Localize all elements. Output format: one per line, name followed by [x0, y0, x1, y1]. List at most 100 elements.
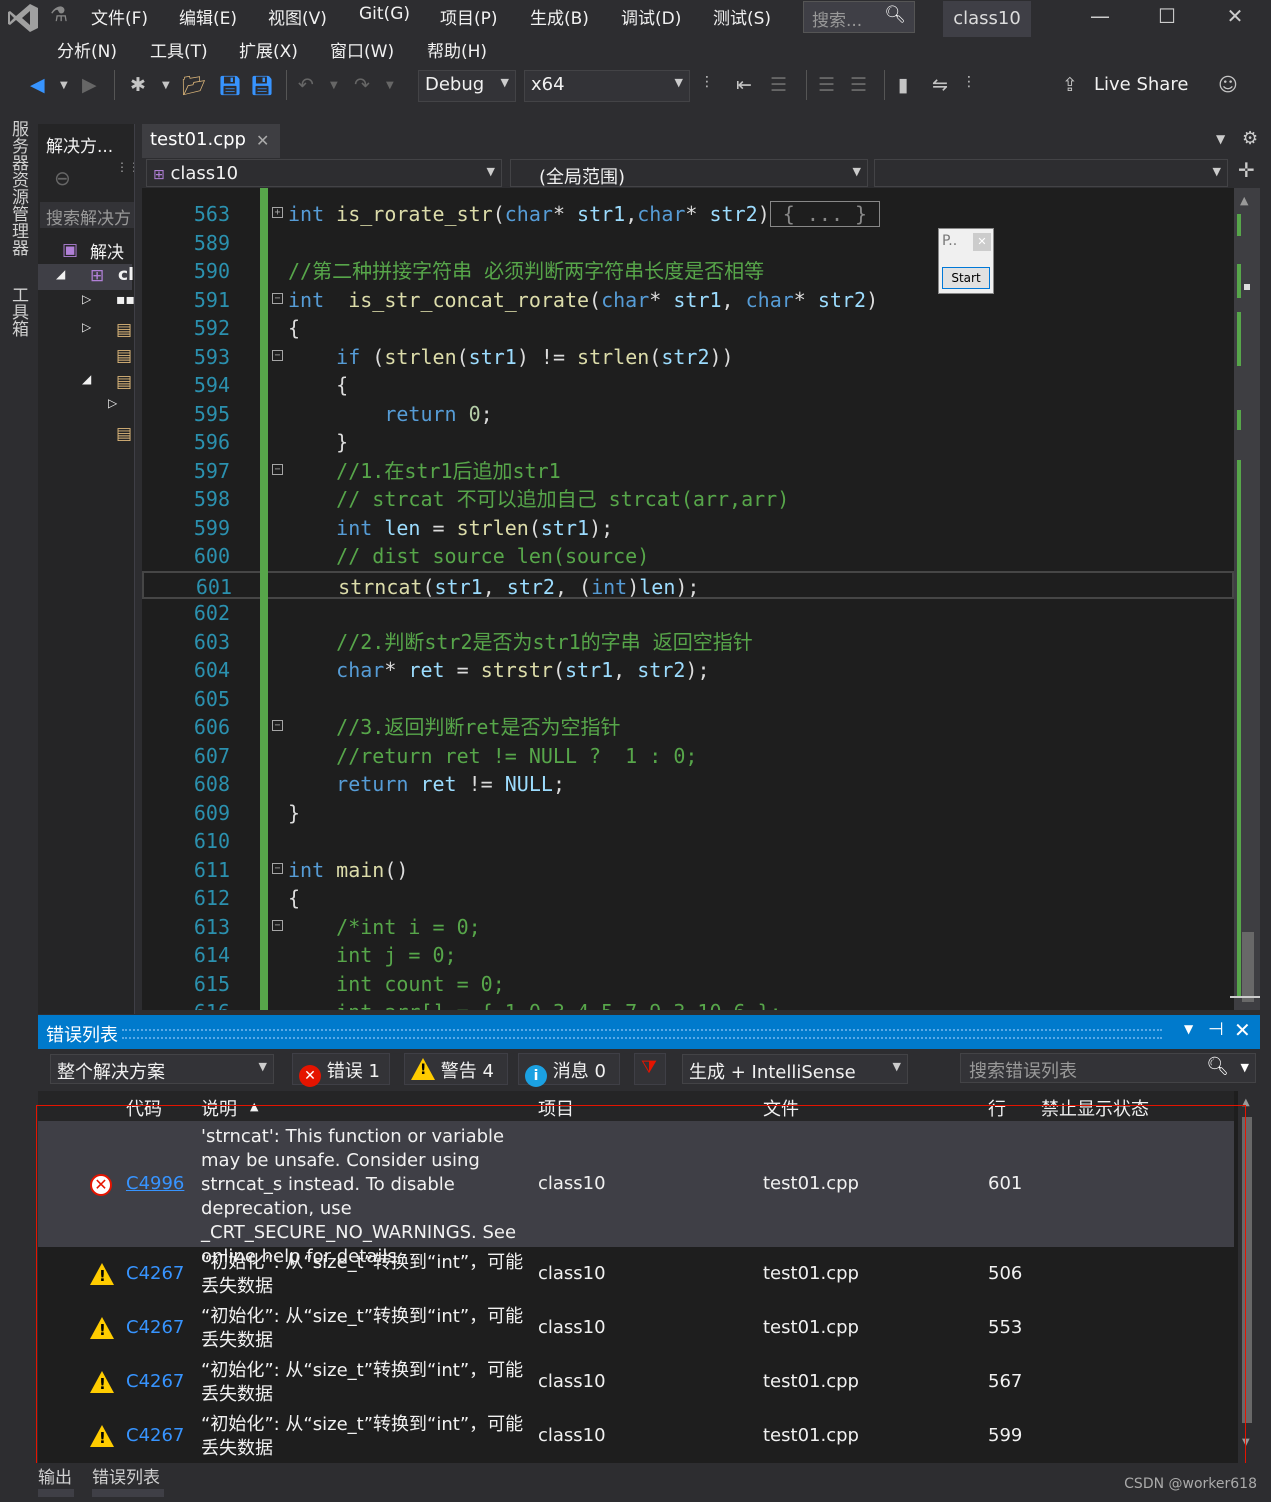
share-icon[interactable]: ⚗ — [50, 2, 68, 26]
menu-build[interactable]: 生成(B) — [530, 4, 589, 29]
save-icon[interactable]: 💾︎ — [218, 74, 242, 97]
warning-code-link[interactable]: C4267 — [126, 1425, 184, 1446]
toolbar-overflow-icon[interactable]: ⋮ — [700, 74, 714, 90]
chevron-down-icon[interactable]: ▼ — [1184, 1022, 1193, 1036]
column-code[interactable]: 代码 — [126, 1095, 162, 1121]
error-code-link[interactable]: C4996 — [126, 1173, 184, 1194]
member-dropdown[interactable]: ▼ — [874, 159, 1228, 187]
menu-extensions[interactable]: 扩展(X) — [239, 37, 298, 62]
pin-icon[interactable]: ⊣ — [1208, 1019, 1224, 1040]
feedback-icon[interactable]: ☺ — [1218, 74, 1238, 96]
project-node-row[interactable]: ◢ ⊞ cl — [38, 264, 134, 290]
code-line[interactable]: 605 — [142, 685, 1234, 713]
code-line[interactable]: 613 − /*int i = 0; — [142, 913, 1234, 941]
minimize-icon[interactable]: — — [1080, 4, 1120, 28]
close-icon[interactable]: ✕ — [973, 233, 991, 251]
expand-outline-icon[interactable]: + — [272, 207, 283, 218]
split-editor-icon[interactable]: ✛ — [1238, 158, 1255, 182]
code-line[interactable]: 593 − if (strlen(str1) != strlen(str2)) — [142, 343, 1234, 371]
collapse-icon[interactable]: ◢ — [82, 372, 91, 386]
undo-icon[interactable]: ↶ — [298, 74, 314, 96]
warning-code-link[interactable]: C4267 — [126, 1371, 184, 1392]
code-line[interactable]: 591 − int is_str_concat_rorate(char* str1,… — [142, 286, 1234, 314]
comment-icon[interactable]: ☰ — [818, 74, 835, 96]
code-line[interactable]: 596 } — [142, 428, 1234, 456]
error-list-scrollbar[interactable]: ▲ ▼ — [1238, 1091, 1256, 1463]
column-suppression[interactable]: 禁止显示状态 — [1041, 1095, 1149, 1121]
configuration-select[interactable]: Debug ▼ — [418, 70, 516, 102]
code-line[interactable]: 599 int len = strlen(str1); — [142, 514, 1234, 542]
collapse-outline-icon[interactable]: − — [272, 862, 283, 874]
toolbar-overflow-icon[interactable]: ⋮⋮ — [116, 160, 134, 174]
code-line[interactable]: 604 char* ret = strstr(str1, str2); — [142, 656, 1234, 684]
menu-tools[interactable]: 工具(T) — [150, 37, 208, 62]
scroll-thumb[interactable] — [1242, 1117, 1252, 1423]
chevron-down-icon[interactable]: ▼ — [386, 80, 394, 91]
toolbox-tab[interactable]: 工具箱 — [6, 286, 31, 337]
code-line[interactable]: 612 { — [142, 884, 1234, 912]
project-dropdown[interactable]: ⊞ class10 ▼ — [146, 159, 502, 187]
error-row[interactable]: ✕ C4996 'strncat': This function or vari… — [38, 1121, 1234, 1267]
collapse-outline-icon[interactable]: − — [272, 720, 283, 731]
warning-code-link[interactable]: C4267 — [126, 1263, 184, 1284]
collapse-outline-icon[interactable]: − — [272, 463, 283, 475]
tab-test01-cpp[interactable]: test01.cpp ✕ — [142, 124, 280, 158]
collapse-outline-icon[interactable]: − — [272, 919, 283, 931]
clear-filter-button[interactable]: ⧩ — [634, 1053, 666, 1085]
scope-filter-select[interactable]: 整个解决方案 ▼ — [50, 1054, 274, 1084]
collapse-icon[interactable]: ◢ — [56, 267, 65, 281]
drag-grip[interactable] — [122, 1029, 1162, 1039]
code-line[interactable]: 608 return ret != NULL; — [142, 770, 1234, 798]
new-item-icon[interactable]: ✱ — [130, 74, 146, 96]
editor-scrollbar[interactable]: ▲ — [1230, 188, 1260, 1010]
menu-window[interactable]: 窗口(W) — [330, 37, 394, 62]
collapse-outline-icon[interactable]: − — [272, 292, 283, 304]
scope-dropdown[interactable]: (全局范围) ▼ — [510, 159, 868, 187]
code-line[interactable]: 609} — [142, 799, 1234, 827]
menu-project[interactable]: 项目(P) — [440, 4, 498, 29]
floating-popup-window[interactable]: P.. ✕ Start — [938, 228, 994, 294]
platform-select[interactable]: x64 ▼ — [524, 70, 690, 102]
code-line[interactable]: 616 int arr[] = { 1,0,3,4,5,7,9,3,10,6 }… — [142, 998, 1234, 1010]
code-line[interactable]: 601 strncat(str1, str2, (int)len); — [142, 570, 1234, 599]
code-line[interactable]: 590 //第二种拼接字符串 必须判断两字符串长度是否相等 — [142, 257, 1234, 285]
scroll-down-icon[interactable]: ▼ — [1242, 1437, 1250, 1448]
column-file[interactable]: 文件 — [763, 1095, 799, 1121]
bookmark-nav-icon[interactable]: ⇋ — [932, 74, 948, 96]
code-line[interactable]: 597 − //1.在str1后追加str1 — [142, 457, 1234, 485]
live-share-button[interactable]: Live Share — [1094, 74, 1188, 95]
chevron-down-icon[interactable]: ▼ — [162, 80, 170, 91]
code-line[interactable]: 563 + int is_rorate_str(char* str1,char* s… — [142, 200, 1234, 228]
warning-code-link[interactable]: C4267 — [126, 1317, 184, 1338]
expand-icon[interactable]: ▷ — [82, 292, 91, 306]
menu-edit[interactable]: 编辑(E) — [179, 4, 237, 29]
code-line[interactable]: 606 − //3.返回判断ret是否为空指针 — [142, 713, 1234, 741]
back-icon[interactable]: ⊖ — [54, 166, 71, 190]
warning-row[interactable]: ! C4267 “初始化”: 从“size_t”转换到“int”，可能丢失数据 … — [38, 1355, 1234, 1409]
menu-analyze[interactable]: 分析(N) — [57, 37, 117, 62]
menu-debug[interactable]: 调试(D) — [621, 4, 681, 29]
tab-error-list[interactable]: 错误列表 — [92, 1463, 160, 1488]
chevron-down-icon[interactable]: ▼ — [330, 80, 338, 91]
scroll-thumb[interactable] — [1242, 932, 1254, 1002]
menu-file[interactable]: 文件(F) — [91, 4, 148, 29]
menu-help[interactable]: 帮助(H) — [427, 37, 487, 62]
warning-row[interactable]: ! C4267 “初始化”: 从“size_t”转换到“int”，可能丢失数据 … — [38, 1409, 1234, 1463]
uncomment-icon[interactable]: ☰ — [850, 74, 867, 96]
solution-node[interactable]: 解决 — [90, 238, 124, 263]
menu-git[interactable]: Git(G) — [359, 4, 410, 24]
chevron-down-icon[interactable]: ▼ — [60, 80, 68, 91]
build-source-select[interactable]: 生成 + IntelliSense ▼ — [682, 1054, 908, 1084]
code-line[interactable]: 602 — [142, 599, 1234, 627]
indent-icon[interactable]: ☰ — [770, 74, 787, 96]
tab-output[interactable]: 输出 — [38, 1463, 72, 1488]
menu-view[interactable]: 视图(V) — [268, 4, 327, 29]
menu-test[interactable]: 测试(S) — [713, 4, 771, 29]
gear-icon[interactable]: ⚙ — [1242, 128, 1258, 149]
code-line[interactable]: 603 //2.判断str2是否为str1的字串 返回空指针 — [142, 628, 1234, 656]
code-line[interactable]: 589 — [142, 229, 1234, 257]
global-search-input[interactable]: 搜索... 🔍︎ — [803, 1, 915, 33]
code-line[interactable]: 607 //return ret != NULL ? 1 : 0; — [142, 742, 1234, 770]
code-line[interactable]: 592 { — [142, 314, 1234, 342]
server-explorer-tab[interactable]: 服务器资源管理器 — [6, 120, 31, 256]
